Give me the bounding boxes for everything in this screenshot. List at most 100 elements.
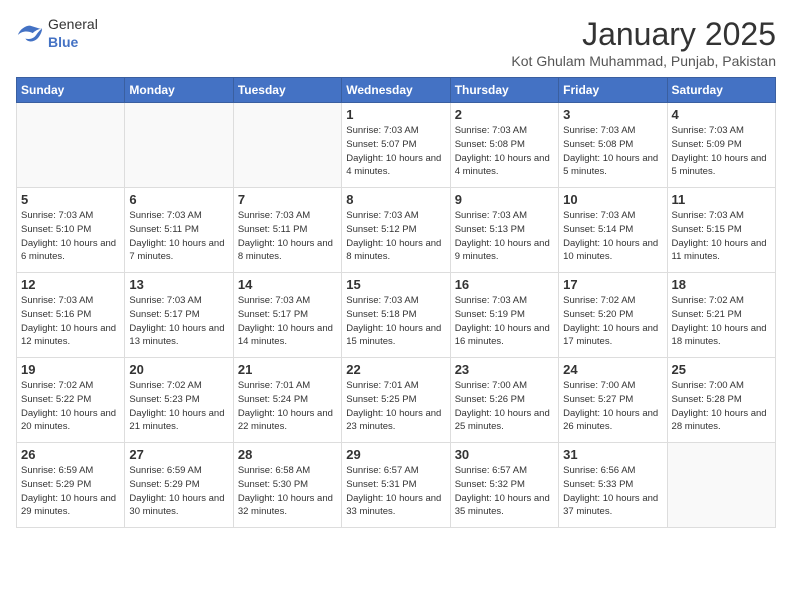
calendar-table: SundayMondayTuesdayWednesdayThursdayFrid… xyxy=(16,77,776,528)
day-number: 31 xyxy=(563,447,662,462)
week-row-4: 19 Sunrise: 7:02 AM Sunset: 5:22 PM Dayli… xyxy=(17,358,776,443)
day-number: 13 xyxy=(129,277,228,292)
logo: General Blue xyxy=(16,16,98,52)
day-number: 27 xyxy=(129,447,228,462)
day-number: 18 xyxy=(672,277,771,292)
weekday-header-thursday: Thursday xyxy=(450,78,558,103)
day-info: Sunrise: 7:03 AM Sunset: 5:10 PM Dayligh… xyxy=(21,209,120,264)
day-info: Sunrise: 7:02 AM Sunset: 5:20 PM Dayligh… xyxy=(563,294,662,349)
logo-text: General Blue xyxy=(48,16,98,52)
day-number: 4 xyxy=(672,107,771,122)
day-cell: 16 Sunrise: 7:03 AM Sunset: 5:19 PM Dayli… xyxy=(450,273,558,358)
day-info: Sunrise: 7:03 AM Sunset: 5:17 PM Dayligh… xyxy=(129,294,228,349)
day-info: Sunrise: 7:03 AM Sunset: 5:19 PM Dayligh… xyxy=(455,294,554,349)
day-number: 23 xyxy=(455,362,554,377)
day-info: Sunrise: 7:00 AM Sunset: 5:26 PM Dayligh… xyxy=(455,379,554,434)
day-cell: 20Sunrise: 7:02 AM Sunset: 5:23 PM Dayli… xyxy=(125,358,233,443)
day-info: Sunrise: 7:03 AM Sunset: 5:12 PM Dayligh… xyxy=(346,209,445,264)
day-info: Sunrise: 7:03 AM Sunset: 5:18 PM Dayligh… xyxy=(346,294,445,349)
day-info: Sunrise: 7:03 AM Sunset: 5:08 PM Dayligh… xyxy=(455,124,554,179)
day-number: 28 xyxy=(238,447,337,462)
day-cell: 31 Sunrise: 6:56 AM Sunset: 5:33 PM Dayli… xyxy=(559,443,667,528)
calendar-subtitle: Kot Ghulam Muhammad, Punjab, Pakistan xyxy=(511,53,776,69)
day-number: 8 xyxy=(346,192,445,207)
day-cell: 30 Sunrise: 6:57 AM Sunset: 5:32 PM Dayli… xyxy=(450,443,558,528)
day-number: 20 xyxy=(129,362,228,377)
day-info: Sunrise: 7:00 AM Sunset: 5:28 PM Dayligh… xyxy=(672,379,771,434)
day-info: Sunrise: 7:03 AM Sunset: 5:09 PM Dayligh… xyxy=(672,124,771,179)
day-number: 10 xyxy=(563,192,662,207)
weekday-header-row: SundayMondayTuesdayWednesdayThursdayFrid… xyxy=(17,78,776,103)
day-info: Sunrise: 7:03 AM Sunset: 5:16 PM Dayligh… xyxy=(21,294,120,349)
day-number: 15 xyxy=(346,277,445,292)
day-number: 25 xyxy=(672,362,771,377)
day-cell: 17Sunrise: 7:02 AM Sunset: 5:20 PM Dayli… xyxy=(559,273,667,358)
weekday-header-saturday: Saturday xyxy=(667,78,775,103)
day-cell: 8 Sunrise: 7:03 AM Sunset: 5:12 PM Daylig… xyxy=(342,188,450,273)
day-cell: 18 Sunrise: 7:02 AM Sunset: 5:21 PM Dayli… xyxy=(667,273,775,358)
day-info: Sunrise: 6:56 AM Sunset: 5:33 PM Dayligh… xyxy=(563,464,662,519)
day-cell: 9Sunrise: 7:03 AM Sunset: 5:13 PM Daylig… xyxy=(450,188,558,273)
week-row-3: 12 Sunrise: 7:03 AM Sunset: 5:16 PM Dayli… xyxy=(17,273,776,358)
day-number: 19 xyxy=(21,362,120,377)
day-cell: 15 Sunrise: 7:03 AM Sunset: 5:18 PM Dayli… xyxy=(342,273,450,358)
day-info: Sunrise: 6:59 AM Sunset: 5:29 PM Dayligh… xyxy=(129,464,228,519)
weekday-header-friday: Friday xyxy=(559,78,667,103)
day-cell: 14 Sunrise: 7:03 AM Sunset: 5:17 PM Dayli… xyxy=(233,273,341,358)
day-info: Sunrise: 7:03 AM Sunset: 5:15 PM Dayligh… xyxy=(672,209,771,264)
weekday-header-tuesday: Tuesday xyxy=(233,78,341,103)
day-cell: 10 Sunrise: 7:03 AM Sunset: 5:14 PM Dayli… xyxy=(559,188,667,273)
day-cell: 5 Sunrise: 7:03 AM Sunset: 5:10 PM Daylig… xyxy=(17,188,125,273)
day-cell: 19 Sunrise: 7:02 AM Sunset: 5:22 PM Dayli… xyxy=(17,358,125,443)
day-info: Sunrise: 7:03 AM Sunset: 5:08 PM Dayligh… xyxy=(563,124,662,179)
title-block: January 2025 Kot Ghulam Muhammad, Punjab… xyxy=(511,16,776,69)
day-number: 5 xyxy=(21,192,120,207)
day-info: Sunrise: 6:59 AM Sunset: 5:29 PM Dayligh… xyxy=(21,464,120,519)
day-number: 29 xyxy=(346,447,445,462)
day-cell: 22Sunrise: 7:01 AM Sunset: 5:25 PM Dayli… xyxy=(342,358,450,443)
weekday-header-monday: Monday xyxy=(125,78,233,103)
day-info: Sunrise: 7:02 AM Sunset: 5:21 PM Dayligh… xyxy=(672,294,771,349)
day-number: 11 xyxy=(672,192,771,207)
day-cell: 12 Sunrise: 7:03 AM Sunset: 5:16 PM Dayli… xyxy=(17,273,125,358)
day-info: Sunrise: 7:01 AM Sunset: 5:25 PM Dayligh… xyxy=(346,379,445,434)
calendar-title: January 2025 xyxy=(511,16,776,53)
day-info: Sunrise: 6:58 AM Sunset: 5:30 PM Dayligh… xyxy=(238,464,337,519)
day-cell xyxy=(233,103,341,188)
day-cell xyxy=(17,103,125,188)
day-cell: 26 Sunrise: 6:59 AM Sunset: 5:29 PM Dayli… xyxy=(17,443,125,528)
page-header: General Blue January 2025 Kot Ghulam Muh… xyxy=(16,16,776,69)
day-info: Sunrise: 6:57 AM Sunset: 5:31 PM Dayligh… xyxy=(346,464,445,519)
day-cell: 25 Sunrise: 7:00 AM Sunset: 5:28 PM Dayli… xyxy=(667,358,775,443)
week-row-5: 26 Sunrise: 6:59 AM Sunset: 5:29 PM Dayli… xyxy=(17,443,776,528)
day-cell: 24Sunrise: 7:00 AM Sunset: 5:27 PM Dayli… xyxy=(559,358,667,443)
day-cell: 29 Sunrise: 6:57 AM Sunset: 5:31 PM Dayli… xyxy=(342,443,450,528)
week-row-2: 5 Sunrise: 7:03 AM Sunset: 5:10 PM Daylig… xyxy=(17,188,776,273)
day-info: Sunrise: 7:02 AM Sunset: 5:22 PM Dayligh… xyxy=(21,379,120,434)
day-cell: 28 Sunrise: 6:58 AM Sunset: 5:30 PM Dayli… xyxy=(233,443,341,528)
day-number: 21 xyxy=(238,362,337,377)
day-number: 3 xyxy=(563,107,662,122)
day-info: Sunrise: 7:03 AM Sunset: 5:17 PM Dayligh… xyxy=(238,294,337,349)
day-number: 30 xyxy=(455,447,554,462)
day-info: Sunrise: 7:03 AM Sunset: 5:07 PM Dayligh… xyxy=(346,124,445,179)
day-info: Sunrise: 6:57 AM Sunset: 5:32 PM Dayligh… xyxy=(455,464,554,519)
day-info: Sunrise: 7:01 AM Sunset: 5:24 PM Dayligh… xyxy=(238,379,337,434)
day-cell xyxy=(125,103,233,188)
day-cell xyxy=(667,443,775,528)
day-number: 16 xyxy=(455,277,554,292)
day-number: 9 xyxy=(455,192,554,207)
day-info: Sunrise: 7:03 AM Sunset: 5:11 PM Dayligh… xyxy=(238,209,337,264)
weekday-header-sunday: Sunday xyxy=(17,78,125,103)
day-cell: 4 Sunrise: 7:03 AM Sunset: 5:09 PM Daylig… xyxy=(667,103,775,188)
day-cell: 2Sunrise: 7:03 AM Sunset: 5:08 PM Daylig… xyxy=(450,103,558,188)
day-cell: 13 Sunrise: 7:03 AM Sunset: 5:17 PM Dayli… xyxy=(125,273,233,358)
day-number: 14 xyxy=(238,277,337,292)
week-row-1: 1Sunrise: 7:03 AM Sunset: 5:07 PM Daylig… xyxy=(17,103,776,188)
day-number: 12 xyxy=(21,277,120,292)
day-info: Sunrise: 7:03 AM Sunset: 5:14 PM Dayligh… xyxy=(563,209,662,264)
day-number: 26 xyxy=(21,447,120,462)
day-cell: 21 Sunrise: 7:01 AM Sunset: 5:24 PM Dayli… xyxy=(233,358,341,443)
day-number: 24 xyxy=(563,362,662,377)
day-cell: 23 Sunrise: 7:00 AM Sunset: 5:26 PM Dayli… xyxy=(450,358,558,443)
